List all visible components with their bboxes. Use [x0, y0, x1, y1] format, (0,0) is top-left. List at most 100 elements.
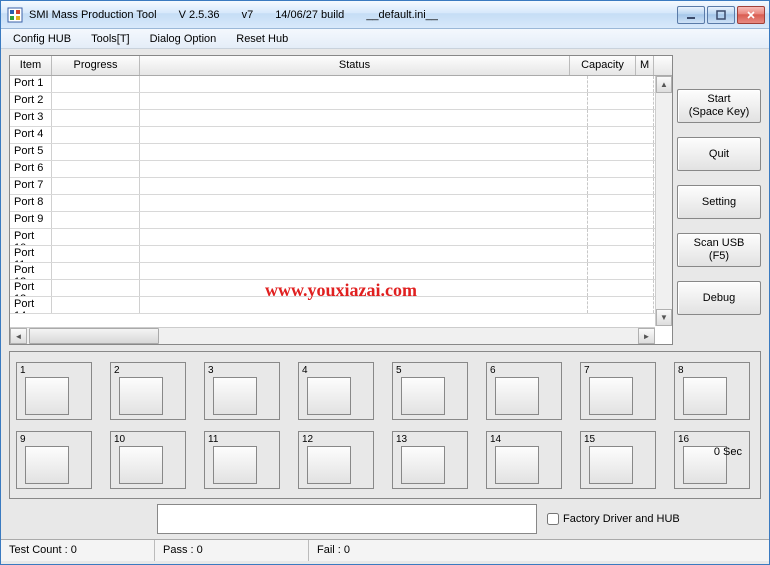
table-row[interactable]: Port 11: [10, 246, 672, 263]
scan-usb-button[interactable]: Scan USB (F5): [677, 233, 761, 267]
table-row[interactable]: Port 6: [10, 161, 672, 178]
slot-number: 12: [302, 434, 370, 445]
table-row[interactable]: Port 9: [10, 212, 672, 229]
col-status[interactable]: Status: [140, 56, 570, 75]
cell-capacity: [588, 195, 654, 211]
slot-button[interactable]: [495, 377, 539, 415]
slot-button[interactable]: [495, 446, 539, 484]
slot-button[interactable]: [401, 446, 445, 484]
col-item[interactable]: Item: [10, 56, 52, 75]
cell-item: Port 14: [10, 297, 52, 313]
start-button[interactable]: Start (Space Key): [677, 89, 761, 123]
slot-button[interactable]: [213, 446, 257, 484]
slot-2: 2: [110, 362, 186, 420]
slot-button[interactable]: [683, 377, 727, 415]
col-m[interactable]: M: [636, 56, 654, 75]
cell-item: Port 3: [10, 110, 52, 126]
slot-button[interactable]: [401, 377, 445, 415]
status-pass: Pass : 0: [155, 540, 309, 561]
maximize-button[interactable]: [707, 6, 735, 24]
cell-capacity: [588, 110, 654, 126]
scan-label: Scan USB: [694, 237, 745, 250]
table-row[interactable]: Port 1: [10, 76, 672, 93]
cell-item: Port 2: [10, 93, 52, 109]
cell-progress: [52, 246, 140, 262]
cell-progress: [52, 297, 140, 313]
cell-status: [140, 195, 588, 211]
cell-item: Port 4: [10, 127, 52, 143]
table-row[interactable]: Port 5: [10, 144, 672, 161]
table-row[interactable]: Port 3: [10, 110, 672, 127]
titlebar[interactable]: SMI Mass Production Tool V 2.5.36 v7 14/…: [1, 1, 769, 29]
col-capacity[interactable]: Capacity: [570, 56, 636, 75]
table-row[interactable]: Port 2: [10, 93, 672, 110]
slot-number: 13: [396, 434, 464, 445]
slot-button[interactable]: [25, 446, 69, 484]
factory-checkbox-input[interactable]: [547, 513, 559, 525]
timer-label: 0 Sec: [714, 446, 742, 458]
col-scroll-spacer: [654, 56, 672, 75]
scroll-left-icon[interactable]: ◄: [10, 328, 27, 344]
table-row[interactable]: Port 7: [10, 178, 672, 195]
menu-tools[interactable]: Tools[T]: [83, 31, 138, 47]
cell-status: [140, 297, 588, 313]
cell-capacity: [588, 280, 654, 296]
slot-15: 15: [580, 431, 656, 489]
slot-number: 5: [396, 365, 464, 376]
slot-3: 3: [204, 362, 280, 420]
quit-button[interactable]: Quit: [677, 137, 761, 171]
table-row[interactable]: Port 13: [10, 280, 672, 297]
slot-button[interactable]: [307, 377, 351, 415]
title-app: SMI Mass Production Tool: [29, 9, 157, 21]
cell-status: [140, 127, 588, 143]
slot-5: 5: [392, 362, 468, 420]
cell-progress: [52, 212, 140, 228]
table-row[interactable]: Port 8: [10, 195, 672, 212]
menu-dialog-option[interactable]: Dialog Option: [142, 31, 225, 47]
port-grid: Item Progress Status Capacity M Port 1Po…: [9, 55, 673, 345]
cell-capacity: [588, 229, 654, 245]
slot-button[interactable]: [307, 446, 351, 484]
menu-config-hub[interactable]: Config HUB: [5, 31, 79, 47]
setting-button[interactable]: Setting: [677, 185, 761, 219]
scroll-down-icon[interactable]: ▼: [656, 309, 672, 326]
table-row[interactable]: Port 10: [10, 229, 672, 246]
debug-button[interactable]: Debug: [677, 281, 761, 315]
slot-10: 10: [110, 431, 186, 489]
scroll-up-icon[interactable]: ▲: [656, 76, 672, 93]
scroll-right-icon[interactable]: ►: [638, 328, 655, 344]
cell-progress: [52, 280, 140, 296]
slot-button[interactable]: [589, 446, 633, 484]
menu-reset-hub[interactable]: Reset Hub: [228, 31, 296, 47]
col-progress[interactable]: Progress: [52, 56, 140, 75]
statusbar: Test Count : 0 Pass : 0 Fail : 0: [1, 539, 769, 561]
cell-progress: [52, 93, 140, 109]
close-button[interactable]: [737, 6, 765, 24]
slot-number: 6: [490, 365, 558, 376]
table-row[interactable]: Port 4: [10, 127, 672, 144]
cell-item: Port 11: [10, 246, 52, 262]
slot-button[interactable]: [25, 377, 69, 415]
slot-button[interactable]: [213, 377, 257, 415]
cell-item: Port 10: [10, 229, 52, 245]
slot-4: 4: [298, 362, 374, 420]
slot-number: 1: [20, 365, 88, 376]
horizontal-scrollbar[interactable]: ◄ ►: [10, 327, 655, 344]
log-box[interactable]: [157, 504, 537, 534]
window-controls: [677, 6, 765, 24]
vertical-scrollbar[interactable]: ▲ ▼: [655, 76, 672, 326]
table-row[interactable]: Port 12: [10, 263, 672, 280]
cell-item: Port 9: [10, 212, 52, 228]
cell-item: Port 8: [10, 195, 52, 211]
slot-button[interactable]: [119, 377, 163, 415]
slot-number: 9: [20, 434, 88, 445]
slot-number: 15: [584, 434, 652, 445]
slot-button[interactable]: [589, 377, 633, 415]
minimize-button[interactable]: [677, 6, 705, 24]
cell-status: [140, 263, 588, 279]
table-row[interactable]: Port 14: [10, 297, 672, 314]
scroll-thumb[interactable]: [29, 328, 159, 344]
title-build: 14/06/27 build: [275, 9, 344, 21]
factory-driver-checkbox[interactable]: Factory Driver and HUB: [547, 513, 680, 525]
slot-button[interactable]: [119, 446, 163, 484]
